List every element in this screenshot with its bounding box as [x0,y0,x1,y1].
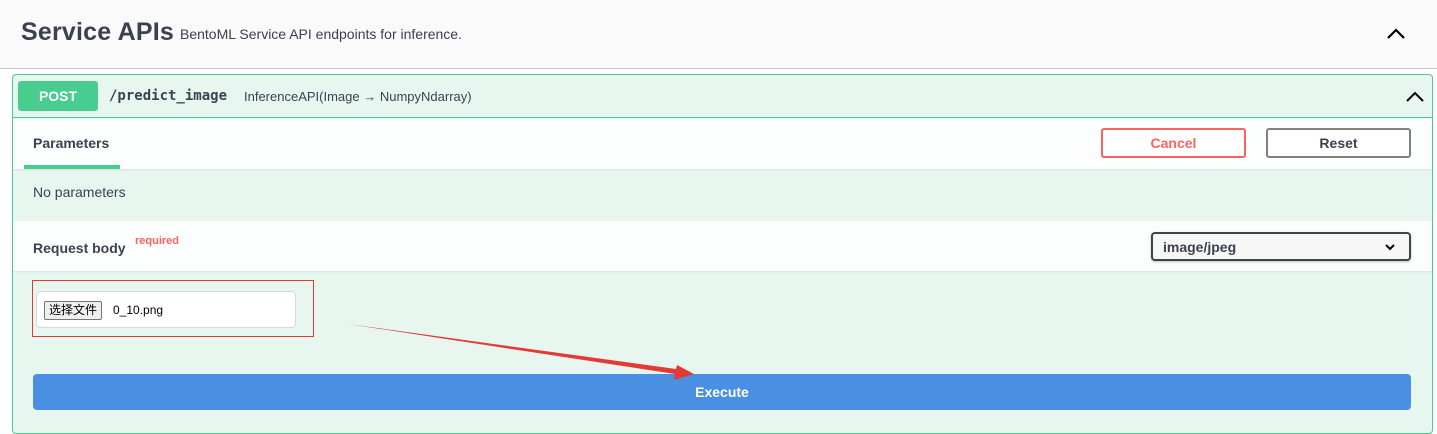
endpoint-path: /predict_image [109,88,228,104]
no-parameters-text: No parameters [33,184,126,200]
cancel-button[interactable]: Cancel [1101,128,1246,158]
chevron-up-icon[interactable] [1404,88,1426,106]
content-type-value: image/jpeg [1163,239,1237,255]
choose-file-button[interactable]: 选择文件 [44,301,103,320]
content-type-select[interactable]: image/jpeg [1151,232,1411,261]
tab-parameters[interactable]: Parameters [24,119,120,169]
opblock-summary[interactable]: POST /predict_image InferenceAPI(Image →… [13,75,1432,118]
request-body-label: Request body [33,240,126,256]
opblock-post: POST /predict_image InferenceAPI(Image →… [12,74,1433,434]
parameters-header: Parameters Cancel Reset [13,119,1432,169]
reset-button[interactable]: Reset [1266,128,1411,158]
tag-description: BentoML Service API endpoints for infere… [180,26,462,42]
execute-button[interactable]: Execute [33,374,1411,410]
selected-file-name: 0_10.png [113,303,164,317]
chevron-up-icon[interactable] [1384,24,1408,44]
request-body-header: Request body required image/jpeg [13,221,1432,271]
method-badge: POST [18,81,98,111]
endpoint-summary: InferenceAPI(Image → NumpyNdarray) [244,89,472,104]
tab-parameters-label: Parameters [33,135,110,151]
tag-title: Service APIs [21,18,174,46]
tag-header[interactable]: Service APIs BentoML Service API endpoin… [0,0,1437,69]
required-marker: required [135,235,180,247]
file-input[interactable]: 选择文件 0_10.png [36,291,296,328]
chevron-down-icon [1385,244,1395,251]
